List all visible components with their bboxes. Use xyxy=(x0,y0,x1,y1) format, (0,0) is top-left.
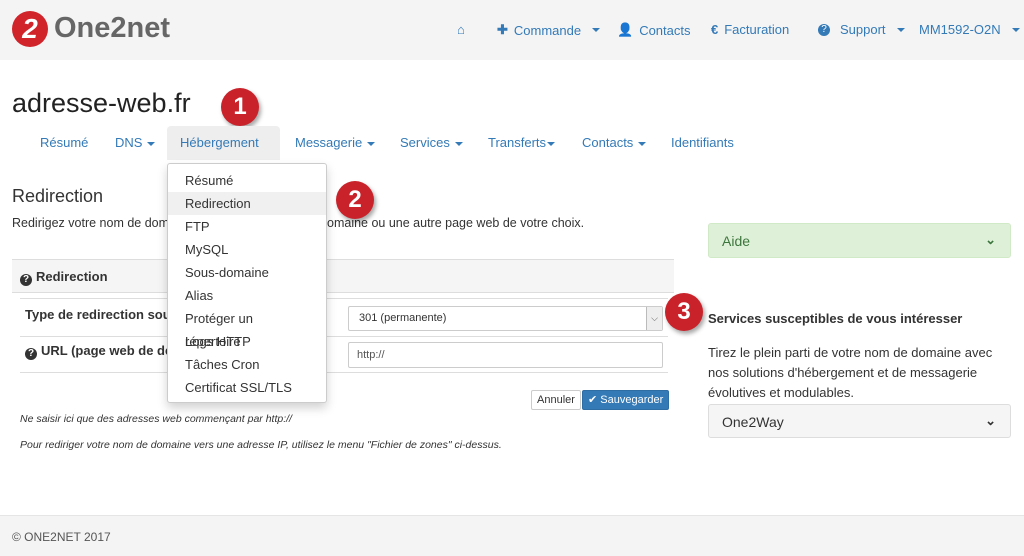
select-value: 301 (permanente) xyxy=(359,312,447,324)
tab-messagerie[interactable]: Messagerie xyxy=(282,126,388,160)
nav-label: Contacts xyxy=(639,22,691,38)
divider xyxy=(20,298,668,299)
menu-item-resume[interactable]: Résumé xyxy=(168,169,326,192)
step-badge-1: 1 xyxy=(221,88,259,126)
page-title: adresse-web.fr xyxy=(12,88,191,118)
tab-identifiants[interactable]: Identifiants xyxy=(658,126,747,160)
tab-label: DNS xyxy=(115,135,143,150)
nav-label: Facturation xyxy=(724,22,790,37)
section-description: Redirigez votre nom de dom xyxy=(12,216,170,230)
aide-panel[interactable]: Aide ⌄ xyxy=(708,223,1011,258)
menu-item-sous-domaine[interactable]: Sous-domaine xyxy=(168,261,326,284)
caret-down-icon xyxy=(367,141,376,146)
hebergement-dropdown-menu: Résumé Redirection FTP MySQL Sous-domain… xyxy=(167,163,327,403)
tab-dns[interactable]: DNS xyxy=(102,126,168,160)
step-badge-3: 3 xyxy=(665,293,703,331)
caret-down-icon xyxy=(592,28,601,32)
url-input[interactable] xyxy=(348,342,663,368)
nav-support[interactable]: ? Support xyxy=(818,22,905,37)
caret-down-icon xyxy=(638,141,647,146)
menu-item-ssl[interactable]: Certificat SSL/TLS xyxy=(168,376,326,399)
user-icon: 👤 xyxy=(617,22,634,37)
nav-label: Support xyxy=(840,22,886,37)
note-ip: Pour rediriger votre nom de domaine vers… xyxy=(20,439,502,451)
tab-label: Résumé xyxy=(40,135,89,150)
save-label: Sauvegarder xyxy=(600,394,664,406)
save-button[interactable]: ✔ Sauvegarder xyxy=(582,390,670,410)
caret-down-icon xyxy=(547,141,556,146)
cancel-button[interactable]: Annuler xyxy=(531,390,581,410)
divider xyxy=(20,372,668,373)
aide-label: Aide xyxy=(722,233,751,249)
tab-label: Services xyxy=(400,135,450,150)
menu-item-ftp[interactable]: FTP xyxy=(168,215,326,238)
panel-title: Redirection xyxy=(36,269,108,284)
one2way-label: One2Way xyxy=(722,414,784,430)
tab-contacts[interactable]: Contacts xyxy=(569,126,659,160)
section-description-end: omaine ou une autre page web de votre ch… xyxy=(327,216,585,230)
panel-header: ? Redirection xyxy=(12,259,674,293)
services-title: Services susceptibles de vous intéresser xyxy=(708,311,963,326)
tab-resume[interactable]: Résumé xyxy=(27,126,101,160)
footer: © ONE2NET 2017 xyxy=(0,515,1024,556)
chevron-down-icon: ⌄ xyxy=(985,413,996,428)
nav-commande[interactable]: ✚ Commande xyxy=(497,22,601,38)
menu-item-alias[interactable]: Alias xyxy=(168,284,326,307)
tab-transferts[interactable]: Transferts xyxy=(475,126,568,160)
question-icon[interactable]: ? xyxy=(20,274,32,286)
tab-label: Identifiants xyxy=(671,135,734,150)
menu-item-taches-cron[interactable]: Tâches Cron xyxy=(168,353,326,376)
question-icon: ? xyxy=(818,23,830,36)
home-icon: ⌂ xyxy=(457,22,465,37)
nav-home[interactable]: ⌂ xyxy=(457,22,465,37)
step-badge-2: 2 xyxy=(336,181,374,219)
check-icon: ✔ xyxy=(588,394,598,406)
note-http: Ne saisir ici que des adresses web comme… xyxy=(20,413,292,425)
nav-account[interactable]: MM1592-O2N xyxy=(919,22,1020,37)
tab-label: Transferts xyxy=(488,135,547,150)
url-label-text: URL (page web de de xyxy=(41,343,173,358)
chevron-down-icon: ⌵ xyxy=(646,307,662,330)
divider xyxy=(20,336,668,337)
menu-item-proteger[interactable]: Protéger un répertoire xyxy=(168,307,326,349)
caret-down-icon xyxy=(896,27,905,32)
tab-label: Messagerie xyxy=(295,135,363,150)
menu-item-logs-http[interactable]: Logs HTTP xyxy=(168,330,326,353)
menu-item-redirection[interactable]: Redirection xyxy=(168,192,326,215)
euro-icon: € xyxy=(711,22,719,37)
nav-label: MM1592-O2N xyxy=(919,22,1001,37)
tab-hebergement[interactable]: Hébergement xyxy=(167,126,280,180)
logo-text[interactable]: One2net xyxy=(54,12,170,45)
nav-contacts[interactable]: 👤 Contacts xyxy=(617,22,691,38)
section-title: Redirection xyxy=(12,186,104,206)
caret-down-icon xyxy=(454,141,463,146)
plus-icon: ✚ xyxy=(497,22,508,37)
chevron-down-icon: ⌄ xyxy=(985,232,996,247)
caret-down-icon xyxy=(147,141,156,146)
nav-label: Commande xyxy=(513,22,582,38)
menu-item-mysql[interactable]: MySQL xyxy=(168,238,326,261)
redirect-type-select[interactable]: 301 (permanente) ⌵ xyxy=(348,306,663,331)
services-text: Tirez le plein parti de votre nom de dom… xyxy=(708,345,993,400)
caret-down-icon xyxy=(1011,27,1020,32)
question-icon[interactable]: ? xyxy=(25,348,37,360)
nav-facturation[interactable]: € Facturation xyxy=(711,22,789,37)
tab-label: Contacts xyxy=(582,135,634,150)
tab-services[interactable]: Services xyxy=(387,126,476,160)
tab-label: Hébergement xyxy=(180,135,259,150)
one2way-panel[interactable]: One2Way ⌄ xyxy=(708,404,1011,438)
url-label: ? URL (page web de de xyxy=(25,343,172,360)
logo-icon[interactable]: 2 xyxy=(12,11,48,47)
redirect-type-label: Type de redirection sou xyxy=(25,307,171,322)
copyright: © ONE2NET 2017 xyxy=(12,530,111,544)
